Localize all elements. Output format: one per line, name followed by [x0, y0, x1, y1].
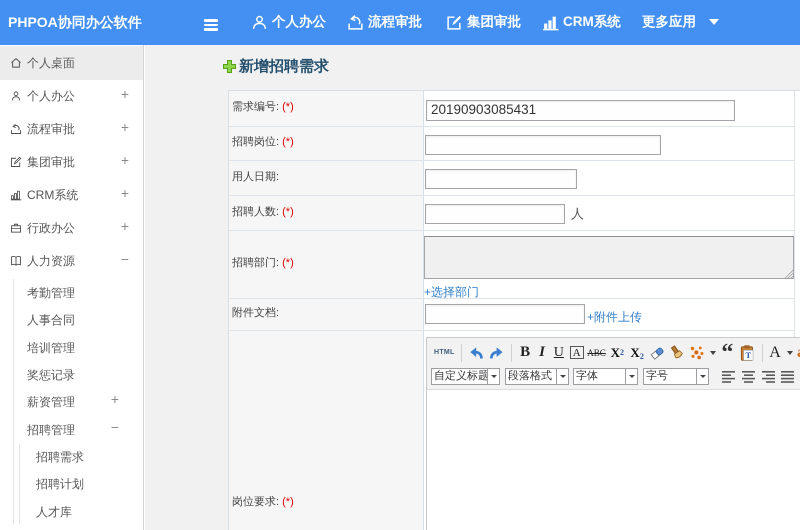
- svg-text:T: T: [746, 351, 752, 360]
